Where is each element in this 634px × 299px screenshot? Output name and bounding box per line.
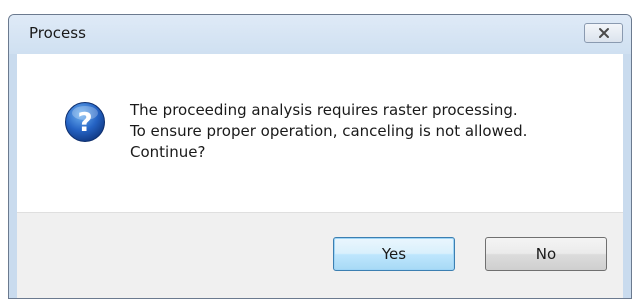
close-button[interactable] xyxy=(584,23,623,43)
dialog-message: The proceeding analysis requires raster … xyxy=(130,100,610,163)
dialog-title: Process xyxy=(29,24,86,42)
message-line: Continue? xyxy=(130,143,206,161)
process-dialog: Process ? The proceeding analysis requir… xyxy=(8,14,632,299)
button-bar: Yes No xyxy=(17,212,623,298)
close-icon xyxy=(598,28,609,38)
dialog-content: ? The proceeding analysis requires raste… xyxy=(17,54,623,212)
question-icon: ? xyxy=(65,102,105,142)
message-line: To ensure proper operation, canceling is… xyxy=(130,122,528,140)
svg-text:?: ? xyxy=(77,108,92,138)
title-bar[interactable]: Process xyxy=(9,15,631,54)
yes-button[interactable]: Yes xyxy=(333,237,455,271)
message-line: The proceeding analysis requires raster … xyxy=(130,101,518,119)
no-button[interactable]: No xyxy=(485,237,607,271)
